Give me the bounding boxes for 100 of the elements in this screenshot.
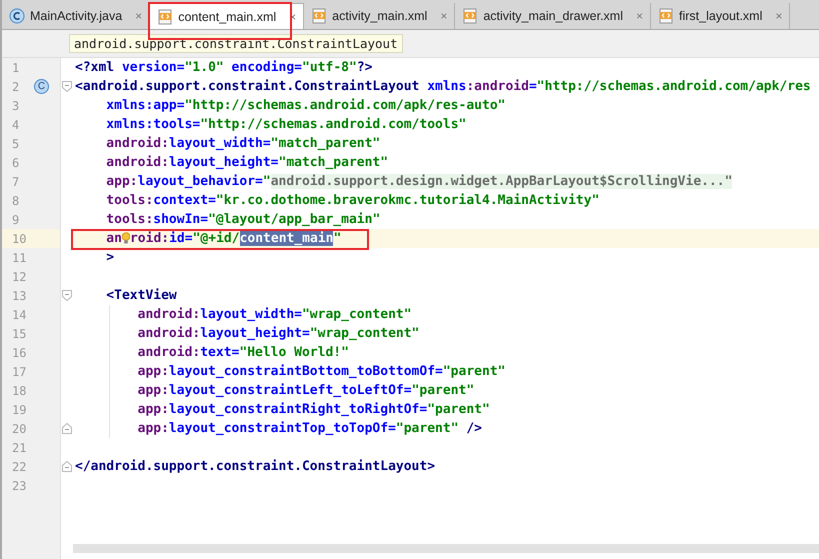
code-string: "@+id/	[192, 231, 240, 246]
code-attribute: id=	[169, 231, 193, 246]
fold-icon[interactable]	[62, 290, 72, 301]
code-tag: <TextView	[75, 288, 177, 303]
line-number: 12	[12, 270, 26, 284]
horizontal-scrollbar[interactable]	[73, 544, 819, 553]
code-namespace: android:	[136, 326, 200, 341]
code-attribute: layout_constraintRight_toRightOf=	[168, 402, 428, 417]
code-string: "	[262, 174, 271, 189]
code-attribute: xmlns	[426, 79, 466, 94]
close-icon[interactable]: ×	[636, 9, 644, 23]
code-attribute: layout_constraintBottom_toBottomOf=	[168, 364, 443, 379]
code-attribute: layout_height=	[168, 155, 278, 170]
code-namespace: android:	[105, 136, 169, 151]
line-number: 4	[12, 118, 20, 132]
folded-text: android.support.design.widget.AppBarLayout$ScrollingVie..."	[270, 174, 732, 189]
code-tag: ?>	[356, 60, 372, 75]
code-string: "http://schemas.android.com/tools"	[200, 117, 466, 132]
code-string: "parent"	[427, 402, 490, 417]
xml-file-icon	[157, 8, 174, 24]
code-string: "wrap_content"	[302, 307, 412, 322]
code-tag: >	[75, 250, 114, 265]
code-string: "@layout/app_bar_main"	[208, 212, 380, 227]
code-string: "http://schemas.android.com/apk/res-auto"	[184, 98, 506, 113]
code-attribute: context=	[153, 193, 216, 208]
code-string: "kr.co.dothome.braverokmc.tutorial4.MainActivity"	[216, 193, 600, 208]
line-number: 18	[12, 384, 26, 398]
code-namespace: app:	[136, 383, 169, 398]
code-namespace: tools:	[105, 212, 154, 227]
line-number: 11	[12, 250, 26, 264]
code-attribute: xmlns:tools=	[105, 117, 200, 132]
code-attribute: showIn=	[153, 212, 208, 227]
close-icon[interactable]: ×	[775, 9, 782, 23]
code-string: "parent"	[412, 383, 474, 398]
code-tag: </android.support.constraint.ConstraintLayout>	[75, 459, 436, 474]
code-string: "	[333, 231, 342, 246]
xml-file-icon	[462, 8, 478, 24]
line-number: 3	[12, 98, 20, 112]
code-namespace: app:	[136, 421, 169, 436]
code-namespace: tools:	[105, 193, 154, 208]
code-string: "1.0"	[184, 60, 224, 75]
code-string: "http://schemas.android.com/apk/res	[536, 79, 811, 94]
line-number: 17	[12, 364, 26, 378]
code-attribute: version=	[120, 60, 185, 75]
line-number: 7	[12, 174, 20, 188]
code-namespace: an	[105, 231, 122, 246]
line-number: 16	[12, 346, 26, 360]
code-tag: <?xml	[75, 60, 114, 75]
line-number: 5	[12, 136, 20, 150]
line-number: 8	[12, 194, 20, 208]
xml-file-icon	[658, 8, 674, 24]
selected-text: content_main	[240, 231, 334, 246]
code-namespace: app:	[136, 402, 169, 417]
close-icon[interactable]: ×	[135, 9, 142, 23]
fold-icon[interactable]	[62, 461, 72, 472]
close-icon[interactable]: ×	[440, 9, 448, 23]
code-namespace: :android	[466, 79, 529, 94]
editor-tab[interactable]: first_layout.xml ×	[651, 3, 790, 29]
line-number: 2	[12, 80, 20, 94]
fold-icon[interactable]	[62, 423, 72, 434]
code-string: "wrap_content"	[310, 326, 420, 341]
code-namespace: app:	[105, 174, 138, 189]
code-string: "parent"	[442, 364, 506, 379]
editor-tab[interactable]: activity_main.xml ×	[304, 3, 456, 29]
code-string: "Hello World!"	[239, 345, 349, 360]
code-string: "utf-8"	[302, 60, 357, 75]
line-number: 1	[12, 60, 20, 74]
code-attribute: layout_width=	[168, 136, 271, 151]
fold-icon[interactable]	[62, 81, 72, 92]
code-namespace: android:	[136, 345, 200, 360]
line-number: 6	[12, 156, 20, 170]
code-attribute: text=	[200, 345, 240, 360]
code-attribute: layout_height=	[200, 326, 310, 341]
line-number: 23	[12, 478, 26, 492]
code-namespace: app:	[136, 364, 169, 379]
code-attribute: xmlns:app=	[105, 98, 185, 113]
code-attribute: layout_constraintLeft_toLeftOf=	[168, 383, 412, 398]
line-number: 9	[12, 212, 20, 226]
code-string: "match_parent"	[278, 155, 388, 170]
code-namespace: roid:	[130, 231, 170, 246]
line-number: 21	[12, 440, 26, 454]
line-number: 15	[12, 326, 26, 340]
code-tag: />	[458, 421, 482, 436]
code-namespace: android:	[105, 155, 169, 170]
code-attribute: =	[528, 79, 537, 94]
editor-tab[interactable]: activity_main_drawer.xml ×	[455, 3, 652, 29]
line-number: 22	[12, 460, 26, 474]
breadcrumb-tooltip: android.support.constraint.ConstraintLayout	[69, 34, 403, 53]
code-attribute: layout_constraintTop_toTopOf=	[168, 421, 396, 436]
code-namespace: android:	[136, 307, 200, 322]
code-attribute: layout_width=	[200, 307, 302, 322]
class-file-icon	[9, 8, 25, 24]
lightbulb-icon[interactable]	[122, 230, 130, 246]
code-tag: <android.support.constraint.ConstraintLayout	[75, 79, 420, 94]
code-attribute: encoding=	[230, 60, 302, 75]
code-attribute: layout_behavior=	[138, 174, 263, 189]
line-number: 14	[12, 308, 26, 322]
code-string: "match_parent"	[270, 136, 380, 151]
line-number: 13	[12, 288, 26, 302]
class-marker-icon[interactable]: C	[34, 79, 49, 94]
